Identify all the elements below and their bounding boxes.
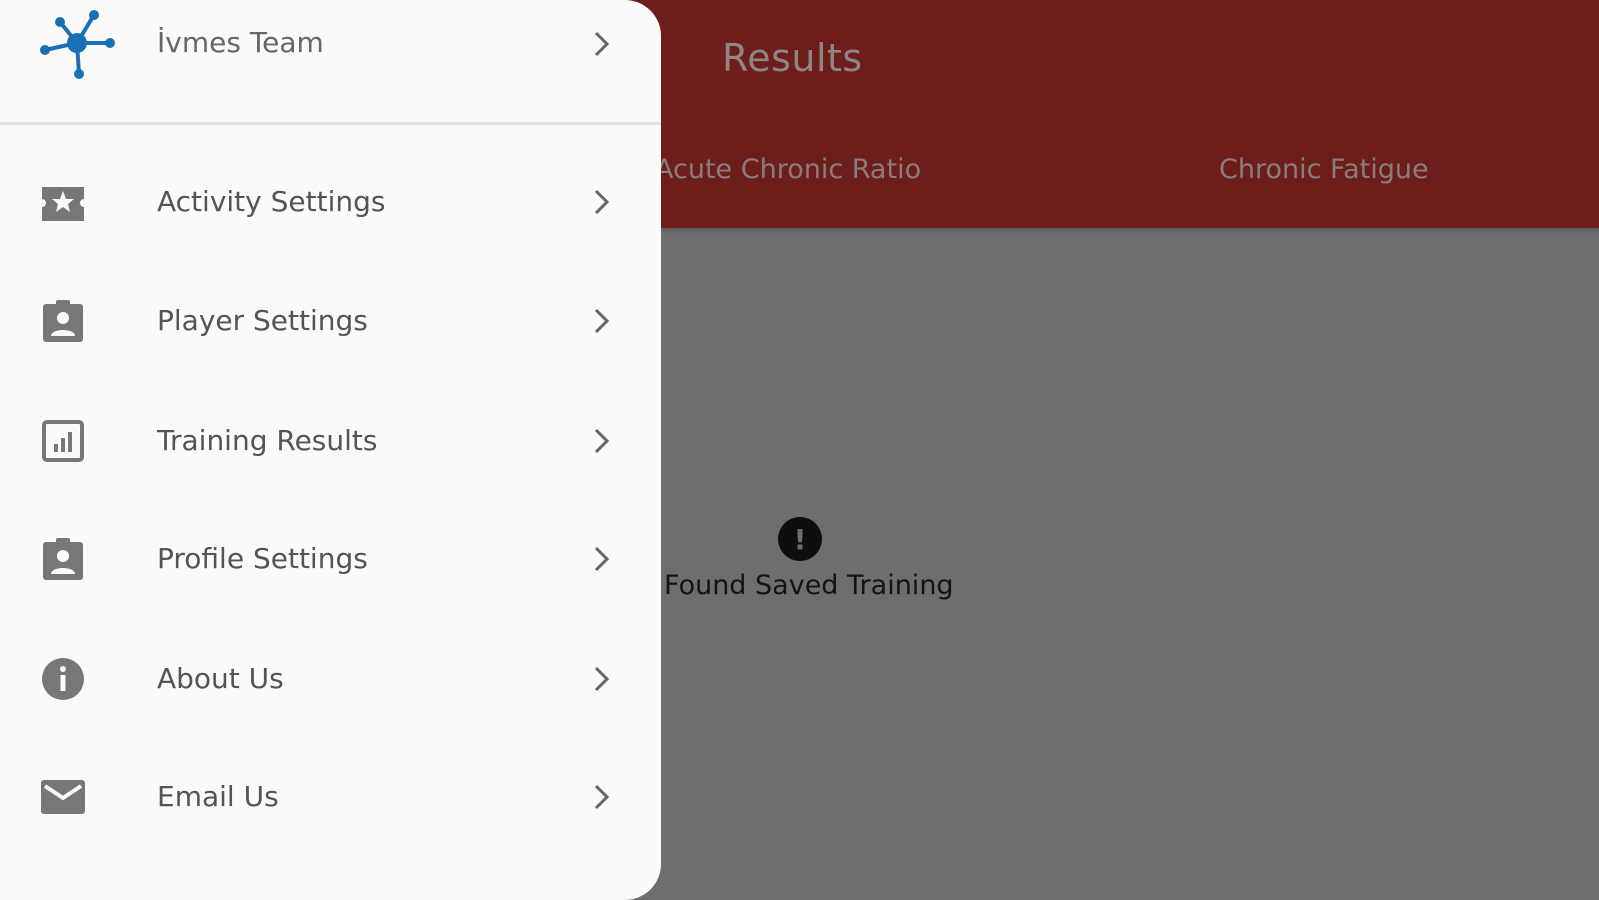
- drawer-divider: [0, 122, 661, 125]
- tab-acute-chronic-ratio[interactable]: Acute Chronic Ratio: [655, 154, 921, 185]
- drawer-item-label: Training Results: [157, 424, 378, 457]
- drawer-header-team[interactable]: İvmes Team: [0, 0, 661, 122]
- bar-chart-icon: [42, 420, 84, 462]
- navigation-drawer: İvmes Team Activity Settings Player Sett…: [0, 0, 661, 900]
- contact-badge-icon: [43, 300, 83, 342]
- drawer-item-label: Player Settings: [157, 304, 368, 337]
- page-title: Results: [722, 36, 863, 80]
- chevron-right-icon: [594, 31, 610, 57]
- drawer-item-profile-settings[interactable]: Profile Settings: [0, 514, 661, 604]
- exclamation-circle-icon: !: [778, 517, 822, 561]
- chevron-right-icon: [594, 308, 610, 334]
- tab-chronic-fatigue[interactable]: Chronic Fatigue: [1219, 154, 1429, 185]
- drawer-item-label: About Us: [157, 662, 284, 695]
- drawer-item-label: Profile Settings: [157, 542, 368, 575]
- mail-icon: [41, 780, 85, 814]
- chevron-right-icon: [594, 189, 610, 215]
- empty-state-message: Found Saved Training: [664, 570, 954, 601]
- team-name: İvmes Team: [157, 26, 324, 59]
- drawer-item-email-us[interactable]: Email Us: [0, 752, 661, 842]
- contact-badge-icon: [43, 538, 83, 580]
- chevron-right-icon: [594, 666, 610, 692]
- drawer-item-player-settings[interactable]: Player Settings: [0, 276, 661, 366]
- star-badge-icon: [42, 187, 84, 221]
- chevron-right-icon: [594, 546, 610, 572]
- drawer-item-training-results[interactable]: Training Results: [0, 396, 661, 486]
- chevron-right-icon: [594, 428, 610, 454]
- network-hub-icon: [40, 10, 115, 79]
- chevron-right-icon: [594, 784, 610, 810]
- drawer-item-label: Email Us: [157, 780, 279, 813]
- drawer-item-label: Activity Settings: [157, 185, 386, 218]
- info-icon: [42, 658, 84, 700]
- drawer-item-activity-settings[interactable]: Activity Settings: [0, 157, 661, 247]
- drawer-item-about-us[interactable]: About Us: [0, 634, 661, 724]
